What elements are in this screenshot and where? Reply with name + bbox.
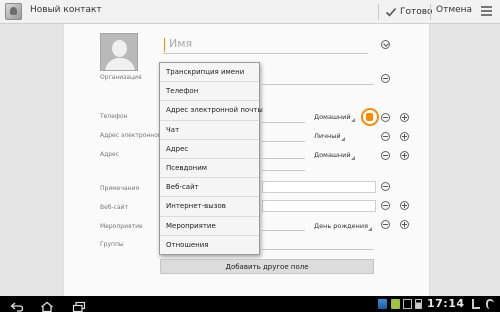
popup-item-internet-call[interactable]: Интернет-вызов (160, 197, 259, 217)
address-input[interactable] (262, 158, 305, 159)
popup-item-nickname[interactable]: Псевдоним (160, 159, 259, 179)
address-input-line2[interactable] (262, 170, 305, 171)
groups-label: Группы (100, 241, 124, 248)
expand-name-icon[interactable] (381, 40, 390, 49)
add-email-icon[interactable] (400, 132, 409, 141)
groups-select[interactable] (262, 249, 374, 250)
organization-label: Организация (100, 74, 142, 81)
done-label: Готово (400, 7, 433, 17)
remove-organization-icon[interactable] (381, 74, 390, 83)
remove-notes-icon[interactable] (381, 182, 390, 191)
screen-title: Новый контакт (30, 5, 102, 15)
home-icon[interactable] (40, 298, 54, 312)
check-icon (385, 7, 397, 17)
system-bar: 17:14 (0, 296, 500, 312)
add-phone-icon[interactable] (400, 113, 409, 122)
text-caret (164, 38, 165, 52)
recent-apps-icon[interactable] (72, 298, 86, 312)
phone-type-select[interactable]: Домашний (314, 113, 355, 122)
popup-item-phone[interactable]: Телефон (160, 82, 259, 102)
download-icon[interactable] (391, 299, 400, 309)
popup-item-address[interactable]: Адрес (160, 140, 259, 159)
address-type-select[interactable]: Домашний (314, 151, 355, 160)
remove-email-icon[interactable] (381, 132, 390, 141)
cancel-button[interactable]: Отмена (436, 5, 472, 15)
remove-address-icon[interactable] (381, 151, 390, 160)
contacts-app-icon (5, 3, 22, 20)
clock: 17:14 (427, 297, 465, 310)
event-label: Мероприятие (100, 223, 143, 230)
overflow-menu-icon[interactable] (481, 6, 492, 17)
website-input[interactable] (262, 200, 376, 212)
phone-label: Телефон (100, 113, 128, 120)
add-website-icon[interactable] (400, 201, 409, 210)
popup-item-relationship[interactable]: Отношения (160, 236, 259, 255)
phone-input[interactable] (262, 122, 305, 123)
popup-item-website[interactable]: Веб-сайт (160, 178, 259, 198)
add-event-icon[interactable] (400, 220, 409, 229)
email-type-select[interactable]: Личный (314, 132, 345, 141)
name-input[interactable]: Имя (163, 36, 368, 54)
address-label: Адрес (100, 151, 120, 158)
popup-item-phonetic-name[interactable]: Транскрипция имени (160, 63, 259, 83)
popup-item-email[interactable]: Адрес электронной почты (160, 101, 263, 121)
signal-icon (472, 299, 480, 309)
phone-call-icon[interactable] (361, 108, 379, 126)
remove-phone-icon[interactable] (381, 113, 390, 122)
sd-card-icon (403, 299, 412, 309)
add-another-field-button[interactable]: Добавить другое поле (160, 259, 374, 274)
notification-icon[interactable] (378, 299, 387, 309)
remove-website-icon[interactable] (381, 201, 390, 210)
remove-event-icon[interactable] (381, 220, 390, 229)
back-icon[interactable] (10, 298, 24, 312)
battery-icon (415, 299, 422, 309)
contact-photo[interactable] (100, 33, 138, 71)
notes-input[interactable] (262, 181, 376, 193)
website-label: Веб-сайт (100, 204, 129, 211)
event-type-select[interactable]: День рождения (314, 222, 373, 231)
event-date-input[interactable] (262, 230, 305, 231)
notes-label: Примечания (100, 185, 140, 192)
divider (378, 4, 379, 20)
divider (430, 4, 431, 20)
email-input[interactable] (262, 141, 305, 142)
popup-item-chat[interactable]: Чат (160, 121, 259, 140)
popup-item-event[interactable]: Мероприятие (160, 217, 259, 236)
add-address-icon[interactable] (400, 151, 409, 160)
add-field-popup: Транскрипция имени Телефон Адрес электро… (159, 62, 263, 255)
name-placeholder: Имя (169, 37, 193, 50)
done-button[interactable]: Готово (385, 3, 433, 21)
wifi-icon (486, 299, 494, 309)
organization-input[interactable] (262, 84, 374, 85)
action-bar: Новый контакт Готово Отмена (0, 0, 500, 24)
